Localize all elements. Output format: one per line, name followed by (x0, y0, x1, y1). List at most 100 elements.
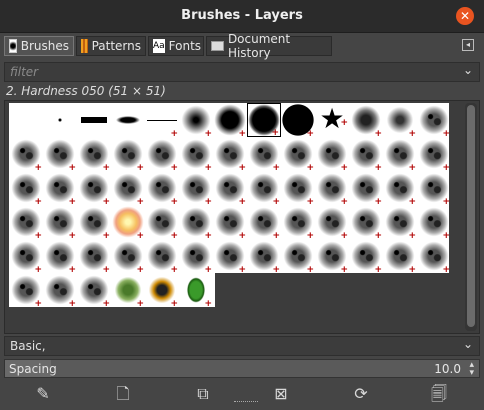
brush-thumbnail[interactable]: + (247, 103, 281, 138)
brush-thumbnail[interactable]: + (417, 171, 451, 207)
brush-thumbnail[interactable]: + (213, 171, 247, 207)
brush-thumbnail[interactable]: + (417, 205, 451, 241)
brush-thumbnail[interactable]: + (383, 103, 417, 139)
brush-thumbnail[interactable]: + (281, 205, 315, 241)
brush-thumbnail[interactable]: + (43, 205, 77, 241)
chevron-down-icon[interactable]: ⌄ (463, 63, 473, 77)
brush-thumbnail[interactable]: + (247, 171, 281, 207)
brush-thumbnail[interactable]: + (417, 137, 451, 173)
brush-thumbnail[interactable] (9, 103, 43, 137)
spinner-arrows-icon[interactable]: ▴ ▾ (469, 361, 474, 378)
chevron-down-icon[interactable]: ⌄ (463, 337, 473, 351)
brush-thumbnail[interactable]: + (281, 239, 315, 275)
brush-thumbnail[interactable] (43, 103, 77, 137)
brush-thumbnail[interactable]: + (179, 103, 213, 139)
brush-thumbnail[interactable]: + (349, 171, 383, 207)
brush-thumbnail[interactable]: + (9, 273, 43, 309)
brush-thumbnail[interactable]: + (179, 239, 213, 275)
brush-thumbnail[interactable]: + (281, 103, 315, 139)
brush-thumbnail[interactable]: + (349, 137, 383, 173)
open-as-image-icon[interactable]: 🗐 (428, 383, 450, 405)
brush-thumbnail[interactable]: + (145, 239, 179, 275)
brush-thumbnail[interactable]: + (315, 171, 349, 207)
resize-grip[interactable] (234, 401, 258, 406)
brush-thumbnail[interactable]: + (77, 273, 111, 309)
brush-thumbnail[interactable]: + (349, 239, 383, 275)
brush-thumbnail[interactable]: + (145, 205, 179, 241)
brush-thumbnail[interactable]: + (111, 171, 145, 207)
brush-thumbnail[interactable]: + (247, 137, 281, 173)
brush-thumbnail[interactable]: + (179, 273, 213, 309)
expand-marker-icon: + (102, 299, 110, 309)
brush-thumbnail[interactable]: + (383, 137, 417, 173)
brush-thumbnail[interactable]: + (111, 273, 145, 309)
brush-thumbnail[interactable]: + (145, 171, 179, 207)
brush-thumbnail[interactable]: ★ + (315, 103, 349, 137)
expand-marker-icon: + (340, 118, 348, 128)
brush-thumbnail[interactable]: + (145, 137, 179, 173)
brush-thumbnail[interactable] (77, 103, 111, 137)
brush-thumbnail[interactable]: + (247, 205, 281, 241)
duplicate-brush-icon[interactable]: ⧉ (192, 383, 214, 405)
expand-marker-icon: + (170, 299, 178, 309)
brush-thumbnail[interactable]: + (43, 171, 77, 207)
brush-thumbnail[interactable]: + (213, 137, 247, 173)
brush-thumbnail[interactable]: + (383, 205, 417, 241)
tab-brushes[interactable]: Brushes (4, 36, 74, 56)
filter-field[interactable]: filter ⌄ (4, 62, 480, 82)
brush-thumbnail[interactable]: + (145, 273, 179, 309)
brush-thumbnail[interactable]: + (77, 171, 111, 207)
spacing-slider[interactable]: Spacing 10.0 ▴ ▾ (4, 359, 480, 378)
expand-marker-icon: + (374, 265, 382, 275)
tag-selector[interactable]: Basic, ⌄ (4, 336, 480, 356)
brush-thumbnail[interactable]: + (43, 273, 77, 309)
brush-thumbnail[interactable]: + (213, 205, 247, 241)
close-icon[interactable]: ✕ (456, 7, 474, 25)
brush-thumbnail[interactable]: + (315, 239, 349, 275)
brush-thumbnail[interactable]: + (179, 205, 213, 241)
brush-thumbnail[interactable]: + (315, 205, 349, 241)
pattern-icon (81, 39, 88, 53)
brush-thumbnail[interactable]: + (9, 239, 43, 275)
refresh-icon[interactable]: ⟳ (350, 383, 372, 405)
brush-thumbnail[interactable]: + (9, 171, 43, 207)
brush-thumbnail[interactable]: + (213, 239, 247, 275)
tab-patterns[interactable]: Patterns (76, 36, 146, 56)
tab-document-history[interactable]: Document History (206, 32, 332, 60)
brush-thumbnail[interactable]: + (417, 239, 451, 275)
brush-thumbnail[interactable]: + (145, 103, 179, 139)
title-bar: Brushes - Layers ✕ (0, 0, 484, 33)
brush-thumbnail[interactable]: + (213, 103, 247, 139)
brush-thumbnail[interactable]: + (179, 171, 213, 207)
brush-thumbnail[interactable]: + (383, 171, 417, 207)
new-brush-icon[interactable]: 🗋 (112, 383, 134, 405)
brush-thumbnail[interactable]: + (77, 137, 111, 173)
brush-thumbnail[interactable]: + (247, 239, 281, 275)
brush-thumbnail[interactable]: + (383, 239, 417, 275)
brush-thumbnail[interactable]: + (9, 205, 43, 241)
delete-brush-icon[interactable]: ⊠ (270, 383, 292, 405)
brush-thumbnail[interactable]: + (77, 205, 111, 241)
brush-thumbnail[interactable]: + (111, 239, 145, 275)
brush-thumbnail[interactable]: + (43, 137, 77, 173)
scrollbar-thumb[interactable] (467, 105, 475, 327)
brush-thumbnail[interactable]: + (77, 239, 111, 275)
brush-thumbnail[interactable]: + (417, 103, 451, 139)
tab-fonts[interactable]: Aa Fonts (148, 36, 204, 56)
brush-thumbnail[interactable]: + (315, 137, 349, 173)
history-icon (211, 41, 224, 51)
brush-thumbnail[interactable]: + (281, 171, 315, 207)
brush-thumbnail[interactable]: + (179, 137, 213, 173)
brush-thumbnail[interactable]: + (349, 103, 383, 139)
brush-thumbnail[interactable]: + (111, 205, 145, 241)
expand-marker-icon: + (272, 265, 280, 275)
edit-brush-icon[interactable]: ✎ (32, 383, 54, 405)
brush-thumbnail[interactable]: + (111, 137, 145, 173)
brush-thumbnail[interactable]: + (281, 137, 315, 173)
tab-menu-icon[interactable]: ◂ (462, 39, 474, 51)
brush-thumbnail[interactable]: + (349, 205, 383, 241)
brush-thumbnail[interactable]: + (9, 137, 43, 173)
brush-thumbnail[interactable] (111, 103, 145, 137)
vertical-scrollbar[interactable] (465, 103, 477, 331)
brush-thumbnail[interactable]: + (43, 239, 77, 275)
